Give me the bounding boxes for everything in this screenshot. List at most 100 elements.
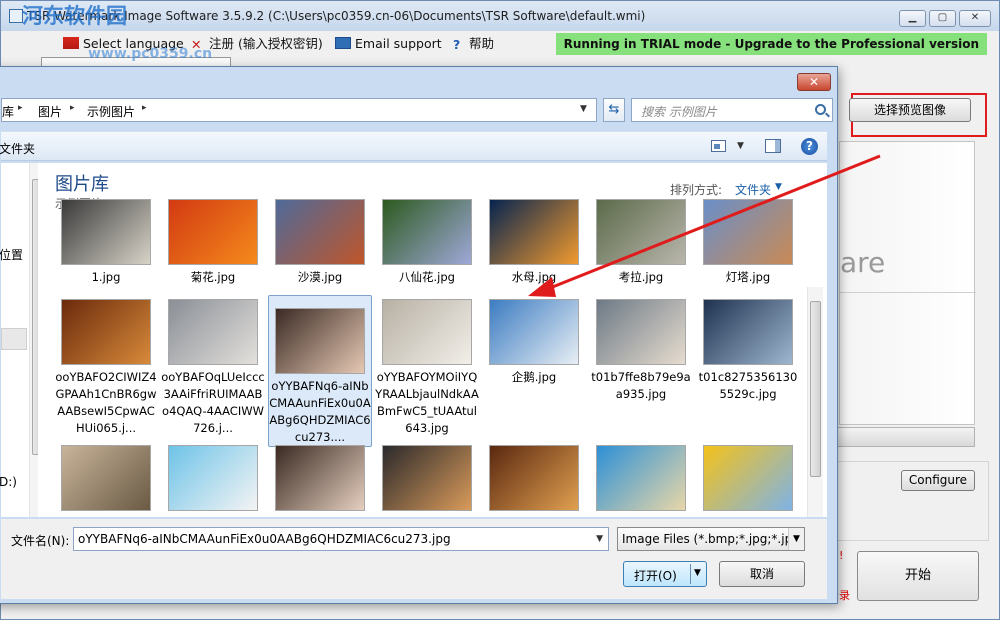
breadcrumb-sample-pictures[interactable]: 示例图片 (87, 103, 135, 120)
refresh-button[interactable]: ⇆ (603, 98, 625, 122)
view-dropdown-icon[interactable]: ▼ (737, 141, 744, 151)
file-thumbnail[interactable]: 考拉.jpg (589, 195, 693, 286)
close-button[interactable]: ✕ (959, 10, 991, 27)
preview-text: are (840, 246, 886, 279)
menu-help[interactable]: ? 帮助 (453, 35, 494, 53)
menu-label: Email support (355, 36, 442, 51)
thumbnail-image (596, 299, 686, 365)
trial-notice[interactable]: Running in TRIAL mode - Upgrade to the P… (555, 33, 987, 55)
file-thumbnail[interactable] (589, 441, 693, 515)
preview-pane-icon[interactable] (765, 139, 781, 153)
thumbnail-image (703, 299, 793, 365)
dialog-close-button[interactable]: ✕ (797, 73, 831, 91)
warning-mark: 录 (839, 589, 850, 602)
thumbnail-image (596, 199, 686, 265)
thumbnail-image (275, 445, 365, 511)
breadcrumb-pictures[interactable]: 图片 (38, 103, 62, 120)
breadcrumb-libraries[interactable]: 库 (2, 103, 14, 120)
menu-label: 注册 (输入授权密钥) (209, 36, 323, 51)
address-bar[interactable]: 库 ▸ 图片 ▸ 示例图片 ▸ ▼ (1, 98, 597, 122)
file-thumbnail[interactable] (482, 441, 586, 515)
file-name: ooYBAFOqLUeIccc3AAiFfriRUIMAABo4QAQ-4AAC… (161, 370, 265, 435)
thumbnail-image (489, 445, 579, 511)
file-name: 灯塔.jpg (725, 270, 771, 284)
help-icon[interactable]: ? (801, 138, 818, 155)
breadcrumb-separator: ▸ (142, 103, 147, 113)
cancel-button[interactable]: 取消 (719, 561, 805, 587)
address-dropdown-icon[interactable]: ▼ (580, 104, 587, 114)
chevron-down-icon[interactable]: ▼ (775, 182, 782, 192)
file-thumbnail[interactable]: t01b7ffe8b79e9aa935.jpg (589, 295, 693, 403)
file-name: 八仙花.jpg (399, 270, 455, 284)
file-thumbnail[interactable]: 灯塔.jpg (696, 195, 800, 286)
thumbnail-image (168, 299, 258, 365)
select-preview-image-button[interactable]: 选择预览图像 (849, 98, 971, 122)
file-name: 企鹅.jpg (511, 370, 557, 384)
search-icon[interactable] (815, 104, 826, 115)
file-thumbnail[interactable] (161, 441, 265, 515)
envelope-icon (335, 37, 351, 49)
file-list-scroll-thumb[interactable] (810, 301, 821, 477)
nav-item-drive[interactable]: D:) (0, 475, 17, 489)
file-thumbnail[interactable]: 菊花.jpg (161, 195, 265, 286)
file-thumbnail[interactable]: oYYBAFNq6-aINbCMAAunFiEx0u0AABg6QHDZMIAC… (268, 295, 372, 447)
file-thumbnail[interactable]: ooYBAFOqLUeIccc3AAiFfriRUIMAABo4QAQ-4AAC… (161, 295, 265, 437)
thumbnail-image (168, 445, 258, 511)
file-name: t01b7ffe8b79e9aa935.jpg (591, 370, 691, 401)
file-thumbnail[interactable] (696, 441, 800, 515)
configure-button[interactable]: Configure (901, 470, 975, 491)
navigation-pane: 位置 D:) (0, 163, 43, 517)
nav-item-selected[interactable] (1, 328, 27, 350)
thumbnail-image (489, 299, 579, 365)
refresh-icon: ⇆ (608, 102, 620, 117)
site-watermark-logo: 河东软件园 (22, 3, 127, 28)
search-placeholder: 搜索 示例图片 (641, 105, 717, 119)
file-thumbnail[interactable]: 水母.jpg (482, 195, 586, 286)
file-name: 沙漠.jpg (297, 270, 343, 284)
chevron-down-icon[interactable]: ▼ (788, 528, 804, 550)
filename-label: 文件名(N): (11, 534, 70, 548)
file-list-scrollbar[interactable] (807, 287, 823, 517)
file-thumbnail[interactable]: 八仙花.jpg (375, 195, 479, 286)
file-thumbnail[interactable]: ooYBAFO2CIWIZ4GPAAh1CnBR6gwAABsewI5CpwAC… (54, 295, 158, 437)
start-button[interactable]: 开始 (857, 551, 979, 601)
breadcrumb-separator: ▸ (70, 103, 75, 113)
change-view-icon[interactable] (711, 140, 726, 152)
menu-email-support[interactable]: Email support (335, 35, 442, 53)
open-button[interactable]: 打开(O) ▼ (623, 561, 707, 587)
minimize-button[interactable]: ▁ (899, 10, 926, 27)
thumbnail-image (703, 445, 793, 511)
file-name: oYYBAFOYMOiIYQYRAALbjaulNdkAABmFwC5_tUAA… (375, 370, 479, 435)
file-thumbnail[interactable]: 沙漠.jpg (268, 195, 372, 286)
file-thumbnail[interactable]: t01c82753561305529c.jpg (696, 295, 800, 403)
open-file-dialog: ✕ 库 ▸ 图片 ▸ 示例图片 ▸ ▼ ⇆ 搜索 示例图片 文件夹 ▼ ? 位置… (0, 66, 838, 604)
open-dropdown-icon[interactable]: ▼ (694, 568, 701, 578)
dialog-bottom: 文件名(N): oYYBAFNq6-aINbCMAAunFiEx0u0AABg6… (1, 519, 827, 599)
filename-dropdown-icon[interactable]: ▼ (596, 534, 603, 544)
preview-area: are (839, 141, 976, 425)
new-folder-button[interactable]: 文件夹 (0, 140, 35, 157)
thumbnail-image (703, 199, 793, 265)
file-list: 图片库 示例图片 排列方式: 文件夹 ▼ 1.jpg菊花.jpg沙漠.jpg八仙… (38, 163, 827, 517)
site-watermark-url: www.pc0359.cn (88, 46, 213, 62)
thumbnail-image (382, 445, 472, 511)
maximize-button[interactable]: ▢ (929, 10, 956, 27)
search-input[interactable]: 搜索 示例图片 (631, 98, 833, 122)
preview-divider (840, 292, 976, 293)
file-thumbnail[interactable]: 企鹅.jpg (482, 295, 586, 386)
app-icon (9, 9, 23, 23)
nav-item-locations[interactable]: 位置 (0, 246, 23, 263)
filename-input[interactable]: oYYBAFNq6-aINbCMAAunFiEx0u0AABg6QHDZMIAC… (73, 527, 609, 551)
file-thumbnail[interactable]: oYYBAFOYMOiIYQYRAALbjaulNdkAABmFwC5_tUAA… (375, 295, 479, 437)
file-thumbnail[interactable] (375, 441, 479, 515)
help-icon: ? (453, 37, 461, 52)
thumbnail-image (382, 299, 472, 365)
thumbnail-image (596, 445, 686, 511)
main-titlebar[interactable]: TSR Watermark Image Software 3.5.9.2 (C:… (1, 1, 999, 31)
file-thumbnail[interactable] (268, 441, 372, 515)
library-title: 图片库 (55, 174, 109, 195)
file-thumbnail[interactable] (54, 441, 158, 515)
file-thumbnail[interactable]: 1.jpg (54, 195, 158, 286)
breadcrumb-separator: ▸ (18, 103, 23, 113)
file-type-select[interactable]: Image Files (*.bmp;*.jpg;*.jpe ▼ (617, 527, 805, 551)
